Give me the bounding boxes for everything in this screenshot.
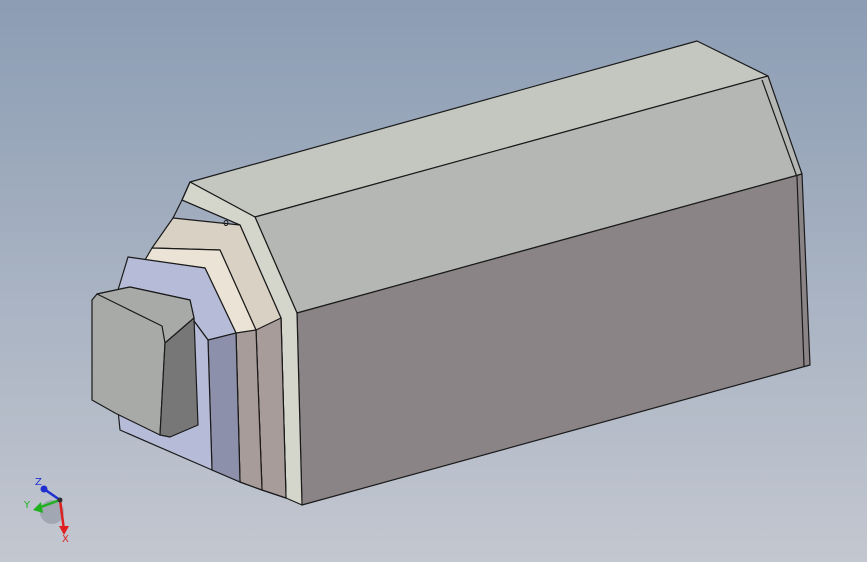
triad-x-label: X	[62, 534, 69, 545]
model-scene[interactable]: Z Y X	[0, 0, 867, 562]
triad-z-label: Z	[35, 477, 42, 488]
triad-origin	[57, 497, 63, 503]
3d-viewport[interactable]: Z Y X	[0, 0, 867, 562]
triad-y-label: Y	[23, 500, 31, 511]
collar-side-face[interactable]	[207, 332, 241, 483]
